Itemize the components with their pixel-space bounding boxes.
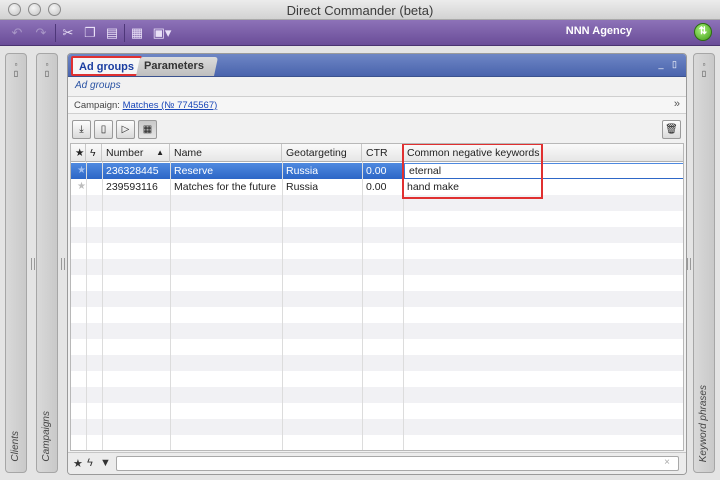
header-flash-icon[interactable]: ϟ [86, 144, 102, 162]
filter-icon[interactable]: ▼ [100, 457, 111, 469]
clients-panel[interactable]: ▫ ▯ Clients [5, 53, 27, 473]
table-row[interactable]: ★ 236328445 Reserve Russia 0.00 eternal [71, 163, 683, 179]
campaign-label-wrap: Campaign: Matches (№ 7745567) [74, 100, 217, 111]
window-titlebar: Direct Commander (beta) [0, 0, 720, 20]
cut-icon[interactable]: ✂ [57, 22, 79, 43]
table-header: ★ ϟ Number ▲ Name Geotargeting CTR Commo… [71, 144, 683, 162]
keyword-phrases-panel[interactable]: ▫ ▯ Keyword phrases [693, 53, 715, 473]
empty-row [71, 275, 683, 291]
header-ctr[interactable]: CTR [362, 144, 403, 162]
row-number: 236328445 [106, 165, 159, 177]
campaigns-panel-label: Campaigns [41, 411, 52, 462]
resize-handle[interactable] [687, 258, 691, 270]
row-geo: Russia [286, 165, 319, 177]
favorite-star-icon[interactable]: ★ [73, 163, 86, 179]
tab-parameters[interactable]: Parameters [136, 57, 219, 76]
paste-icon[interactable]: ▤ [101, 22, 123, 43]
star-filter-icon[interactable]: ★ [73, 457, 83, 470]
grid-toolbar: ⤓ ▯ ▷ ▦ 🗑 [68, 116, 686, 142]
campaign-bar: Campaign: Matches (№ 7745567) » [68, 96, 686, 114]
row-number: 239593116 [106, 181, 158, 193]
empty-row [71, 339, 683, 355]
download-icon[interactable]: ⤓ [72, 120, 91, 139]
new-document-icon[interactable]: ▯ [94, 120, 113, 139]
highlight-box [402, 144, 543, 199]
header-star-icon[interactable]: ★ [71, 144, 86, 162]
empty-row [71, 259, 683, 275]
empty-row [71, 195, 683, 211]
trash-icon[interactable]: 🗑 [662, 120, 681, 139]
ad-groups-table: ★ ϟ Number ▲ Name Geotargeting CTR Commo… [70, 143, 684, 451]
empty-row [71, 435, 683, 450]
tab-bar: Ad groups Parameters _ ▯ [68, 54, 686, 77]
empty-row [71, 355, 683, 371]
column-divider [170, 162, 171, 450]
redo-icon[interactable]: ↷ [30, 22, 52, 43]
row-ctr: 0.00 [366, 165, 387, 177]
empty-row [71, 371, 683, 387]
column-divider [102, 162, 103, 450]
empty-row [71, 387, 683, 403]
row-name: Matches for the future [174, 181, 277, 193]
empty-row [71, 243, 683, 259]
column-divider [403, 162, 404, 450]
resize-handle[interactable] [61, 258, 65, 270]
toolbar-separator [55, 24, 56, 42]
grid-view-icon[interactable]: ▦ [138, 120, 157, 139]
view-menu-icon[interactable]: ▣▾ [150, 22, 174, 43]
row-ctr: 0.00 [366, 181, 387, 193]
panel-restore-icon[interactable]: ▫ ▯ [40, 60, 54, 78]
collapse-chevron-icon[interactable]: » [674, 98, 680, 110]
empty-row [71, 211, 683, 227]
empty-row [71, 291, 683, 307]
campaigns-panel[interactable]: ▫ ▯ Campaigns [36, 53, 58, 473]
window-title: Direct Commander (beta) [286, 3, 434, 18]
tab-ad-groups[interactable]: Ad groups [71, 56, 142, 76]
main-toolbar: ↶ ↷ ✂ ❐ ▤ ▦ ▣▾ NNN Agency ⇅ [0, 20, 720, 46]
agency-name[interactable]: NNN Agency [566, 25, 632, 37]
toolbar-separator [124, 24, 125, 42]
ad-groups-panel: Ad groups Parameters _ ▯ Ad groups Campa… [67, 53, 687, 475]
header-number[interactable]: Number ▲ [102, 144, 170, 162]
campaign-link[interactable]: Matches (№ 7745567) [123, 100, 218, 111]
filter-input[interactable] [116, 456, 679, 471]
keyword-phrases-panel-label: Keyword phrases [698, 384, 709, 462]
table-icon[interactable]: ▦ [126, 22, 148, 43]
empty-row [71, 227, 683, 243]
empty-row [71, 323, 683, 339]
header-name[interactable]: Name [170, 144, 282, 162]
clear-filter-icon[interactable]: × [664, 457, 670, 468]
empty-row [71, 419, 683, 435]
panel-window-controls-icon[interactable]: _ ▯ [659, 59, 680, 70]
row-name: Reserve [174, 165, 214, 177]
clients-panel-label: Clients [10, 431, 21, 462]
column-divider [282, 162, 283, 450]
table-row[interactable]: ★ 239593116 Matches for the future Russi… [71, 179, 683, 195]
flash-filter-icon[interactable]: ϟ [87, 457, 93, 469]
campaign-label: Campaign: [74, 100, 120, 111]
column-divider [86, 162, 87, 450]
panel-restore-icon[interactable]: ▫ ▯ [697, 60, 711, 78]
copy-icon[interactable]: ❐ [79, 22, 101, 43]
export-icon[interactable]: ▷ [116, 120, 135, 139]
header-geotargeting[interactable]: Geotargeting [282, 144, 362, 162]
resize-handle[interactable] [31, 258, 35, 270]
row-geo: Russia [286, 181, 319, 193]
breadcrumb[interactable]: Ad groups [75, 80, 121, 91]
undo-icon[interactable]: ↶ [6, 22, 28, 43]
sort-ascending-icon: ▲ [156, 148, 164, 157]
panel-restore-icon[interactable]: ▫ ▯ [9, 60, 23, 78]
column-divider [362, 162, 363, 450]
empty-row [71, 307, 683, 323]
favorite-star-icon[interactable]: ★ [73, 179, 86, 195]
tab-parameters-label: Parameters [144, 60, 204, 72]
empty-row [71, 403, 683, 419]
header-number-label: Number [106, 147, 144, 159]
filter-bar: ★ ϟ ▼ × [68, 452, 686, 474]
sync-status-icon[interactable]: ⇅ [694, 23, 712, 41]
